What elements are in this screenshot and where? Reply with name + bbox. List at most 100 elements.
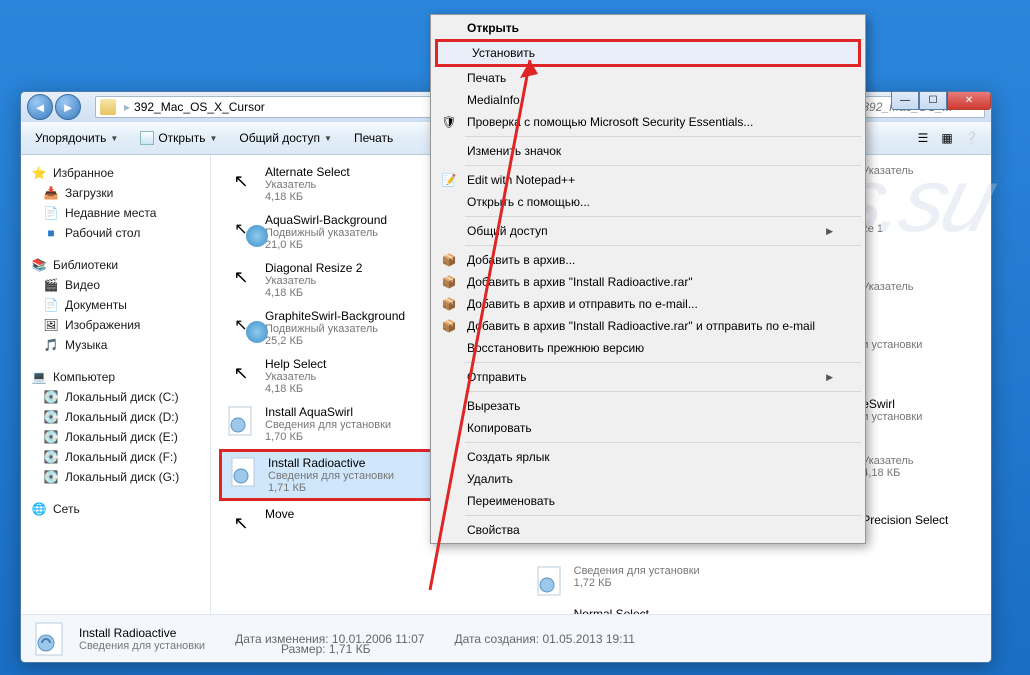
ctx-install[interactable]: Установить — [435, 39, 861, 67]
file-item[interactable]: Normal Select — [528, 603, 797, 614]
file-icon — [534, 565, 566, 597]
ctx-share[interactable]: Общий доступ▶ — [433, 220, 863, 242]
file-desc: Указатель — [265, 371, 326, 383]
ctx-shortcut[interactable]: Создать ярлык — [433, 446, 863, 468]
submenu-icon: ▶ — [826, 372, 833, 383]
context-menu: Открыть Установить Печать MediaInfo 🛡Про… — [430, 14, 866, 544]
ctx-add-email[interactable]: 📦Добавить в архив и отправить по e-mail.… — [433, 293, 863, 315]
sidebar-desktop[interactable]: ■Рабочий стол — [21, 223, 210, 243]
music-icon: 🎵 — [43, 337, 59, 353]
ctx-delete[interactable]: Удалить — [433, 468, 863, 490]
sidebar-disk-g[interactable]: 💽Локальный диск (G:) — [21, 467, 210, 487]
file-icon — [534, 607, 566, 614]
disk-icon: 💽 — [43, 449, 59, 465]
file-name: AquaSwirl-Background — [265, 213, 387, 227]
sidebar-downloads[interactable]: 📥Загрузки — [21, 183, 210, 203]
file-name: Move — [265, 507, 294, 521]
view-icon-1[interactable]: ☰ — [913, 128, 933, 148]
open-button[interactable]: Открыть▼ — [132, 127, 225, 149]
computer-icon: 💻 — [31, 369, 47, 385]
file-size: 4,18 КБ — [265, 287, 362, 299]
disk-icon: 💽 — [43, 469, 59, 485]
sidebar-documents[interactable]: 📄Документы — [21, 295, 210, 315]
ctx-openwith[interactable]: Открыть с помощью... — [433, 191, 863, 213]
ctx-properties[interactable]: Свойства — [433, 519, 863, 541]
details-name: Install Radioactive — [79, 626, 176, 640]
nav-forward-button[interactable]: ► — [55, 94, 81, 120]
share-button[interactable]: Общий доступ▼ — [231, 127, 340, 149]
file-size: 21,0 КБ — [265, 239, 387, 251]
file-name: Help Select — [265, 357, 326, 371]
file-size: 4,18 КБ — [265, 383, 326, 395]
sidebar-music[interactable]: 🎵Музыка — [21, 335, 210, 355]
file-icon: ↖ — [225, 261, 257, 293]
minimize-button[interactable]: — — [891, 91, 919, 110]
ctx-change-icon[interactable]: Изменить значок — [433, 140, 863, 162]
file-icon: ↖ — [225, 309, 257, 341]
winrar-icon: 📦 — [441, 274, 457, 290]
ctx-add-rar-email[interactable]: 📦Добавить в архив "Install Radioactive.r… — [433, 315, 863, 337]
details-desc: Сведения для установки — [79, 640, 205, 652]
ctx-mse[interactable]: 🛡Проверка с помощью Microsoft Security E… — [433, 111, 863, 133]
help-icon[interactable]: ❔ — [961, 128, 981, 148]
ctx-restore[interactable]: Восстановить прежнюю версию — [433, 337, 863, 359]
notepad-icon: 📝 — [441, 172, 457, 188]
shield-icon: 🛡 — [441, 114, 457, 130]
disk-icon: 💽 — [43, 429, 59, 445]
address-folder: 392_Mac_OS_X_Cursor — [134, 100, 265, 114]
ctx-add-archive[interactable]: 📦Добавить в архив... — [433, 249, 863, 271]
file-icon — [228, 456, 260, 488]
recent-icon: 📄 — [43, 205, 59, 221]
organize-button[interactable]: Упорядочить▼ — [27, 127, 126, 149]
close-button[interactable]: ✕ — [947, 91, 991, 110]
winrar-icon: 📦 — [441, 318, 457, 334]
file-name: Install AquaSwirl — [265, 405, 391, 419]
submenu-icon: ▶ — [826, 226, 833, 237]
maximize-button[interactable]: ☐ — [919, 91, 947, 110]
video-icon: 🎬 — [43, 277, 59, 293]
desktop-icon: ■ — [43, 225, 59, 241]
ctx-send[interactable]: Отправить▶ — [433, 366, 863, 388]
file-desc: Подвижный указатель — [265, 227, 387, 239]
print-button[interactable]: Печать — [346, 127, 401, 149]
sidebar-disk-e[interactable]: 💽Локальный диск (E:) — [21, 427, 210, 447]
ctx-open[interactable]: Открыть — [433, 17, 863, 39]
file-name: GraphiteSwirl-Background — [265, 309, 405, 323]
document-icon: 📄 — [43, 297, 59, 313]
library-icon: 📚 — [31, 257, 47, 273]
file-size: 1,71 КБ — [268, 482, 394, 494]
ctx-mediainfo[interactable]: MediaInfo — [433, 89, 863, 111]
file-icon: ↖ — [225, 213, 257, 245]
sidebar-disk-f[interactable]: 💽Локальный диск (F:) — [21, 447, 210, 467]
sidebar-disk-c[interactable]: 💽Локальный диск (C:) — [21, 387, 210, 407]
file-desc: Сведения для установки — [265, 419, 391, 431]
file-icon: ↖ — [225, 357, 257, 389]
sidebar-images[interactable]: 🖼Изображения — [21, 315, 210, 335]
view-icon-2[interactable]: ▦ — [937, 128, 957, 148]
sidebar-libraries[interactable]: 📚Библиотеки — [21, 255, 210, 275]
sidebar-favorites[interactable]: ⭐Избранное — [21, 163, 210, 183]
file-icon — [225, 405, 257, 437]
file-item[interactable]: Сведения для установки1,72 КБ — [528, 561, 797, 601]
file-desc: Сведения для установки — [268, 470, 394, 482]
sidebar-computer[interactable]: 💻Компьютер — [21, 367, 210, 387]
file-icon: ↖ — [225, 165, 257, 197]
sidebar-video[interactable]: 🎬Видео — [21, 275, 210, 295]
folder-icon — [100, 99, 116, 115]
ctx-notepad[interactable]: 📝Edit with Notepad++ — [433, 169, 863, 191]
winrar-icon: 📦 — [441, 296, 457, 312]
file-size: 4,18 КБ — [265, 191, 350, 203]
inf-file-icon — [31, 620, 69, 658]
sidebar-network[interactable]: 🌐Сеть — [21, 499, 210, 519]
ctx-rename[interactable]: Переименовать — [433, 490, 863, 512]
ctx-cut[interactable]: Вырезать — [433, 395, 863, 417]
nav-back-button[interactable]: ◄ — [27, 94, 53, 120]
star-icon: ⭐ — [31, 165, 47, 181]
network-icon: 🌐 — [31, 501, 47, 517]
sidebar-disk-d[interactable]: 💽Локальный диск (D:) — [21, 407, 210, 427]
ctx-add-rar[interactable]: 📦Добавить в архив "Install Radioactive.r… — [433, 271, 863, 293]
file-name: Install Radioactive — [268, 456, 394, 470]
sidebar-recent[interactable]: 📄Недавние места — [21, 203, 210, 223]
ctx-copy[interactable]: Копировать — [433, 417, 863, 439]
ctx-print[interactable]: Печать — [433, 67, 863, 89]
